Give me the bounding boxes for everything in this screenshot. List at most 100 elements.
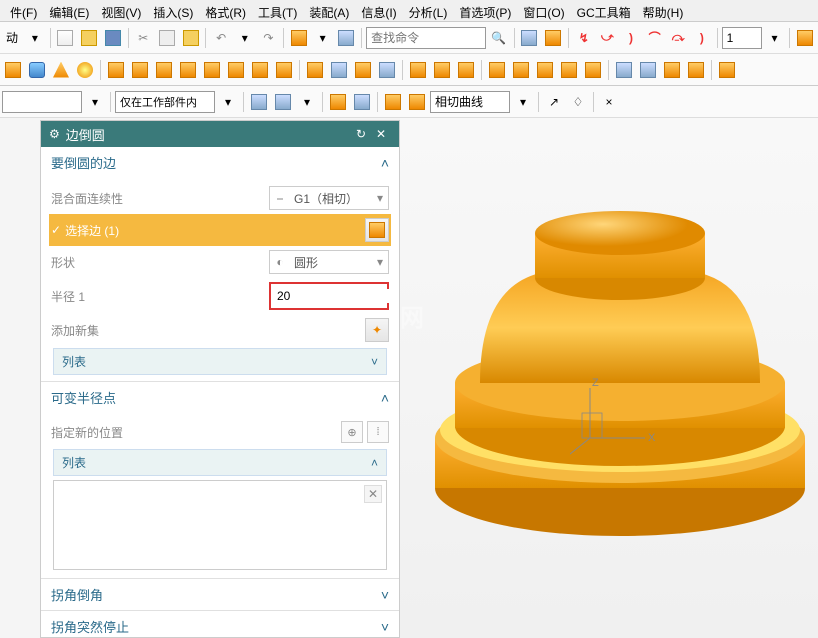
prim-sph[interactable] [74, 59, 96, 81]
feat-19[interactable] [558, 59, 580, 81]
redo-button[interactable]: ↷ [258, 27, 280, 49]
feat-25[interactable] [716, 59, 738, 81]
menu-prefs[interactable]: 首选项(P) [453, 2, 517, 19]
tool-b[interactable] [542, 27, 564, 49]
menu-view[interactable]: 视图(V) [95, 2, 147, 19]
prim-cube[interactable] [2, 59, 24, 81]
section-stop-header[interactable]: 拐角突然停止 ˅ [41, 611, 399, 637]
feat-8[interactable] [273, 59, 295, 81]
continuity-dropdown[interactable]: ⎯ G1（相切） ▾ [269, 186, 389, 210]
radius-input[interactable] [271, 289, 399, 303]
close-button[interactable]: ✕ [371, 127, 391, 141]
menu-analyze[interactable]: 分析(L) [403, 2, 454, 19]
feat-18[interactable] [534, 59, 556, 81]
menu-help[interactable]: 帮助(H) [637, 2, 690, 19]
feat-20[interactable] [582, 59, 604, 81]
curve-5[interactable]: ⤼ [667, 27, 689, 49]
move-dropdown[interactable]: ▾ [24, 27, 46, 49]
menu-info[interactable]: 信息(I) [355, 2, 402, 19]
feat-4[interactable] [177, 59, 199, 81]
addset-button[interactable]: ✦ [365, 318, 389, 342]
command-search-input[interactable] [366, 27, 486, 49]
shape-dropdown[interactable]: ◐ 圆形 ▾ [269, 250, 389, 274]
curve-2[interactable]: ⤻ [597, 27, 619, 49]
search-button[interactable]: 🔍 [488, 27, 510, 49]
feat-3[interactable] [153, 59, 175, 81]
reset-button[interactable]: ↻ [351, 127, 371, 141]
assy-dropdown[interactable]: ▾ [312, 27, 334, 49]
list-area[interactable]: ✕ [53, 480, 387, 570]
filter-2[interactable] [272, 91, 294, 113]
feat-7[interactable] [249, 59, 271, 81]
undo-dropdown[interactable]: ▾ [234, 27, 256, 49]
feat-12[interactable] [376, 59, 398, 81]
select-edge-button[interactable] [365, 218, 389, 242]
new-button[interactable] [55, 27, 77, 49]
feat-14[interactable] [431, 59, 453, 81]
dd1-arrow[interactable]: ▾ [84, 91, 106, 113]
panel-titlebar[interactable]: ⚙ 边倒圆 ↻ ✕ [41, 121, 399, 147]
feat-24[interactable] [685, 59, 707, 81]
num-dropdown[interactable]: ▾ [764, 27, 786, 49]
feat-23[interactable] [661, 59, 683, 81]
paste-button[interactable] [180, 27, 202, 49]
feat-13[interactable] [407, 59, 429, 81]
opt-1[interactable]: ↗ [543, 91, 565, 113]
filter-2-arrow[interactable]: ▾ [296, 91, 318, 113]
menu-tools[interactable]: 工具(T) [252, 2, 303, 19]
curve-3[interactable]: ) [620, 27, 642, 49]
gear-icon[interactable]: ⚙ [49, 127, 60, 141]
section-edges-header[interactable]: 要倒圆的边 ˄ [41, 147, 399, 178]
opt-2[interactable]: ♢ [567, 91, 589, 113]
3d-viewport[interactable]: 网 [400, 118, 818, 638]
menu-format[interactable]: 格式(R) [199, 2, 252, 19]
feat-9[interactable] [304, 59, 326, 81]
section-corner-header[interactable]: 拐角倒角 ˅ [41, 579, 399, 610]
scope-arrow[interactable]: ▾ [217, 91, 239, 113]
prop-button[interactable] [335, 27, 357, 49]
list-subheader-2[interactable]: 列表 ˄ [53, 449, 387, 476]
feat-17[interactable] [510, 59, 532, 81]
feat-15[interactable] [455, 59, 477, 81]
feat-11[interactable] [352, 59, 374, 81]
curve-6[interactable]: ) [691, 27, 713, 49]
curve-4[interactable]: ⌒ [644, 27, 666, 49]
feat-5[interactable] [201, 59, 223, 81]
feat-10[interactable] [328, 59, 350, 81]
prim-cyl[interactable] [26, 59, 48, 81]
section-varpoint-header[interactable]: 可变半径点 ˄ [41, 382, 399, 413]
feat-22[interactable] [637, 59, 659, 81]
open-button[interactable] [78, 27, 100, 49]
cut-button[interactable]: ✂ [132, 27, 154, 49]
menu-edit[interactable]: 编辑(E) [43, 2, 95, 19]
curve-dropdown[interactable] [430, 91, 510, 113]
pointloc-btn-1[interactable]: ⊕ [341, 421, 363, 443]
feat-1[interactable] [105, 59, 127, 81]
filter-5[interactable] [382, 91, 404, 113]
assy-button[interactable] [288, 27, 310, 49]
menu-assembly[interactable]: 装配(A) [303, 2, 355, 19]
tool-a[interactable] [519, 27, 541, 49]
menu-insert[interactable]: 插入(S) [147, 2, 199, 19]
dropdown-1[interactable] [2, 91, 82, 113]
feat-21[interactable] [613, 59, 635, 81]
save-button[interactable] [102, 27, 124, 49]
tool-c[interactable] [794, 27, 816, 49]
filter-4[interactable] [351, 91, 373, 113]
prim-cone[interactable] [50, 59, 72, 81]
menu-window[interactable]: 窗口(O) [517, 2, 570, 19]
undo-button[interactable]: ↶ [210, 27, 232, 49]
feat-6[interactable] [225, 59, 247, 81]
menu-file[interactable]: 件(F) [4, 2, 43, 19]
filter-1[interactable] [248, 91, 270, 113]
select-edge-row[interactable]: ✓ 选择边 (1) [49, 214, 391, 246]
list-subheader[interactable]: 列表 ˅ [53, 348, 387, 375]
menu-gctools[interactable]: GC工具箱 [571, 2, 637, 19]
opt-3[interactable]: × [598, 91, 620, 113]
num-input[interactable] [722, 27, 762, 49]
filter-3[interactable] [327, 91, 349, 113]
curve-arrow[interactable]: ▾ [512, 91, 534, 113]
scope-dropdown[interactable] [115, 91, 215, 113]
copy-button[interactable] [156, 27, 178, 49]
feat-16[interactable] [486, 59, 508, 81]
